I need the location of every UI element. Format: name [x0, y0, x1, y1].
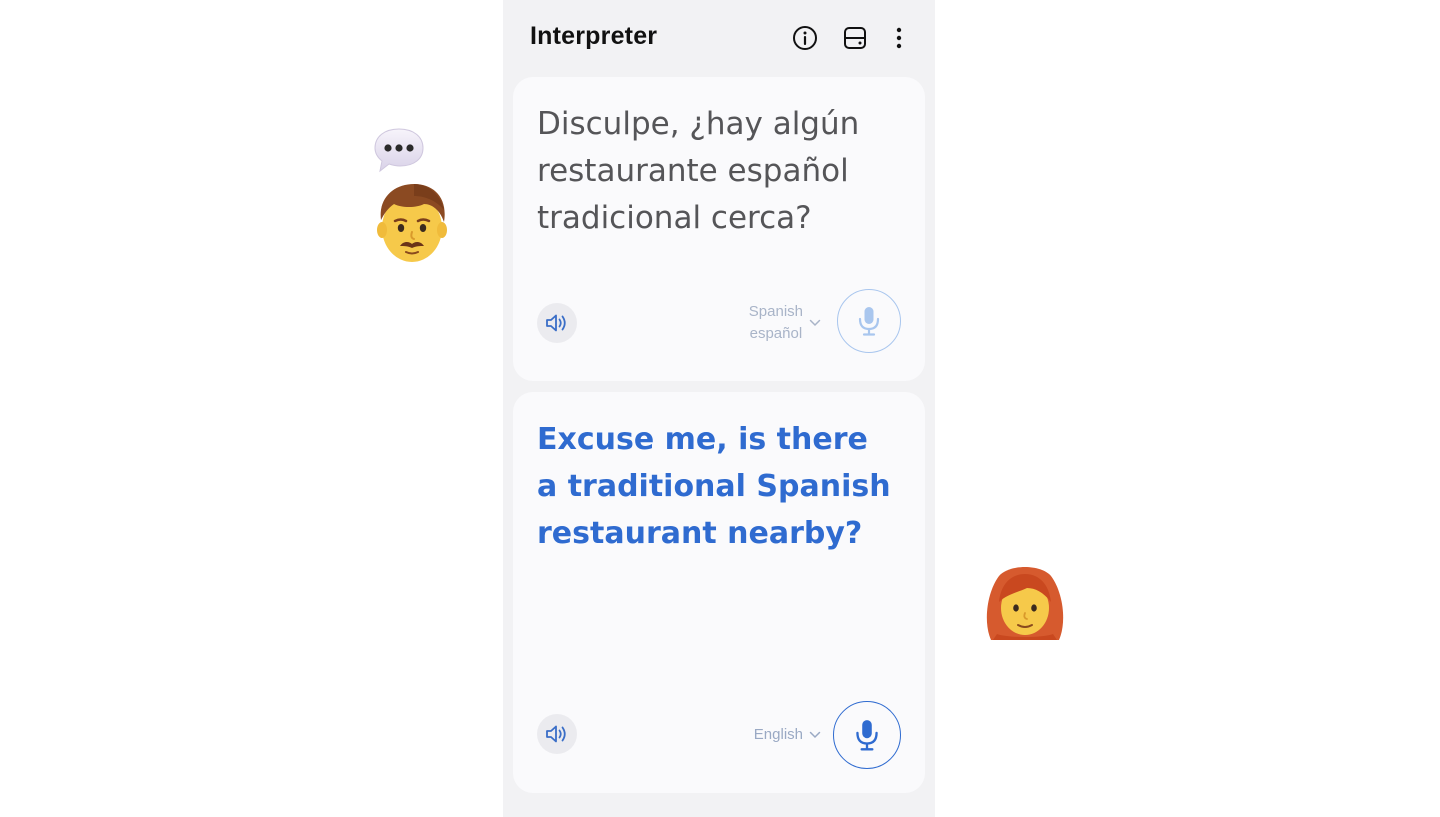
split-layout-icon	[844, 27, 866, 49]
interpreter-screen: Interpreter Disculpe, ¿hay algún restaur…	[503, 0, 935, 817]
more-options-button[interactable]	[881, 20, 917, 56]
app-bar: Interpreter	[503, 0, 935, 76]
chevron-down-icon	[809, 319, 821, 327]
speech-bubble-emoji	[374, 128, 424, 173]
source-mic-button[interactable]	[837, 289, 901, 353]
translation-speaker-button[interactable]	[537, 714, 577, 754]
source-language-name: Spanish	[748, 303, 803, 320]
source-speaker-button[interactable]	[537, 303, 577, 343]
more-vert-icon	[896, 27, 902, 49]
speaker-icon	[546, 314, 566, 332]
mic-icon	[858, 307, 880, 336]
source-language-names: Spanish español	[749, 301, 803, 345]
man-emoji	[377, 184, 447, 262]
target-language-names: English	[754, 724, 803, 746]
speaker-icon	[546, 725, 566, 743]
target-language-name: English	[753, 726, 803, 743]
split-layout-button[interactable]	[837, 20, 873, 56]
target-mic-button[interactable]	[833, 701, 901, 769]
source-language-select[interactable]: Spanish español	[749, 301, 821, 345]
translated-text: Excuse me, is there a traditional Spanis…	[537, 422, 891, 551]
source-panel: Disculpe, ¿hay algún restaurante español…	[513, 77, 925, 381]
info-button[interactable]	[787, 20, 823, 56]
woman-red-hair-emoji	[986, 567, 1064, 640]
source-language-native: español	[749, 325, 803, 342]
app-title: Interpreter	[530, 22, 658, 50]
chevron-down-icon	[809, 731, 821, 739]
stage: Interpreter Disculpe, ¿hay algún restaur…	[0, 0, 1440, 817]
translation-panel: Excuse me, is there a traditional Spanis…	[513, 392, 925, 793]
source-text: Disculpe, ¿hay algún restaurante español…	[537, 106, 860, 236]
info-icon	[793, 26, 817, 50]
target-language-select[interactable]: English	[754, 724, 821, 746]
mic-icon	[856, 720, 878, 751]
